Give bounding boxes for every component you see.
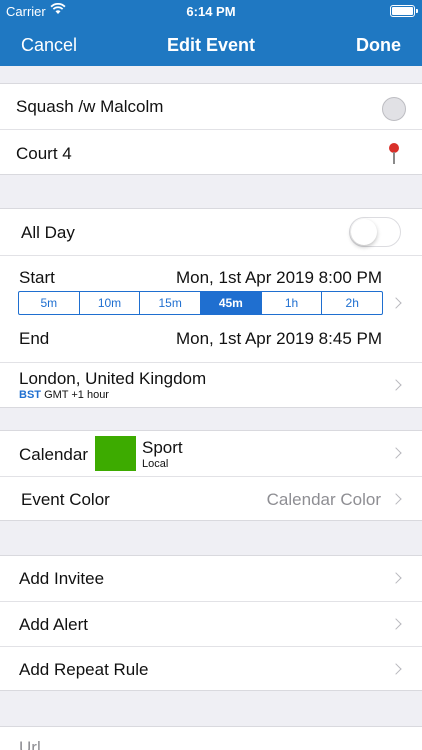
add-repeat-label: Add Repeat Rule <box>19 660 149 679</box>
duration-1h[interactable]: 1h <box>260 292 322 314</box>
chevron-right-icon <box>390 447 402 459</box>
add-invitee-label: Add Invitee <box>19 569 105 588</box>
timing-group: All Day Start Mon, 1st Apr 2019 8:00 PM … <box>0 208 422 408</box>
event-color-value: Calendar Color <box>266 490 381 509</box>
location-field[interactable]: Court 4 <box>16 144 72 164</box>
status-bar: Carrier 6:14 PM <box>0 0 422 22</box>
calendar-source: Local <box>142 458 169 470</box>
all-day-row: All Day <box>0 209 422 255</box>
all-day-label: All Day <box>21 223 75 242</box>
duration-45m[interactable]: 45m <box>200 292 261 314</box>
calendar-color-swatch <box>95 436 136 471</box>
location-row[interactable]: Court 4 <box>0 129 422 174</box>
url-group: Url <box>0 726 422 750</box>
calendar-group: Calendar Sport Local Event Color Calenda… <box>0 430 422 521</box>
add-invitee-row[interactable]: Add Invitee <box>0 556 422 601</box>
event-color-label: Event Color <box>21 490 110 509</box>
end-label: End <box>19 329 50 348</box>
end-value[interactable]: Mon, 1st Apr 2019 8:45 PM <box>176 329 382 349</box>
duration-15m[interactable]: 15m <box>139 292 200 314</box>
calendar-row[interactable]: Calendar Sport Local <box>0 431 422 476</box>
more-durations-chevron-icon[interactable] <box>390 297 402 309</box>
title-row[interactable]: Squash /w Malcolm <box>0 84 422 129</box>
start-value[interactable]: Mon, 1st Apr 2019 8:00 PM <box>176 268 382 288</box>
extras-group: Add Invitee Add Alert Add Repeat Rule <box>0 555 422 691</box>
add-alert-row[interactable]: Add Alert <box>0 601 422 646</box>
start-row[interactable]: Start Mon, 1st Apr 2019 8:00 PM 5m 10m 1… <box>0 255 422 323</box>
chevron-right-icon <box>390 618 402 630</box>
done-button[interactable]: Done <box>356 35 401 56</box>
event-details-group: Squash /w Malcolm Court 4 <box>0 83 422 175</box>
timezone-offset: BST GMT +1 hour <box>19 389 109 401</box>
timezone-name: London, United Kingdom <box>19 369 207 388</box>
all-day-toggle[interactable] <box>349 217 401 247</box>
completion-circle-icon[interactable] <box>382 97 406 121</box>
map-pin-icon[interactable] <box>388 143 400 165</box>
duration-5m[interactable]: 5m <box>19 292 79 314</box>
calendar-label: Calendar <box>19 445 88 464</box>
calendar-name: Sport <box>142 438 183 457</box>
add-alert-label: Add Alert <box>19 615 88 634</box>
nav-bar: Carrier 6:14 PM Cancel Edit Event Done <box>0 0 422 66</box>
chevron-right-icon <box>390 572 402 584</box>
url-field[interactable]: Url <box>19 738 41 750</box>
duration-10m[interactable]: 10m <box>78 292 140 314</box>
duration-2h[interactable]: 2h <box>321 292 382 314</box>
duration-segmented-control: 5m 10m 15m 45m 1h 2h <box>18 291 383 315</box>
end-row[interactable]: End Mon, 1st Apr 2019 8:45 PM <box>0 323 422 362</box>
timezone-row[interactable]: London, United Kingdom BST GMT +1 hour <box>0 362 422 407</box>
chevron-right-icon <box>390 493 402 505</box>
event-title-field[interactable]: Squash /w Malcolm <box>16 97 163 117</box>
start-label: Start <box>19 268 55 287</box>
timezone-gmt-offset: GMT +1 hour <box>44 389 109 401</box>
timezone-abbr: BST <box>19 389 41 401</box>
chevron-right-icon <box>390 379 402 391</box>
event-color-row[interactable]: Event Color Calendar Color <box>0 476 422 520</box>
battery-icon <box>390 5 418 17</box>
add-repeat-row[interactable]: Add Repeat Rule <box>0 646 422 690</box>
chevron-right-icon <box>390 663 402 675</box>
clock: 6:14 PM <box>186 4 236 19</box>
